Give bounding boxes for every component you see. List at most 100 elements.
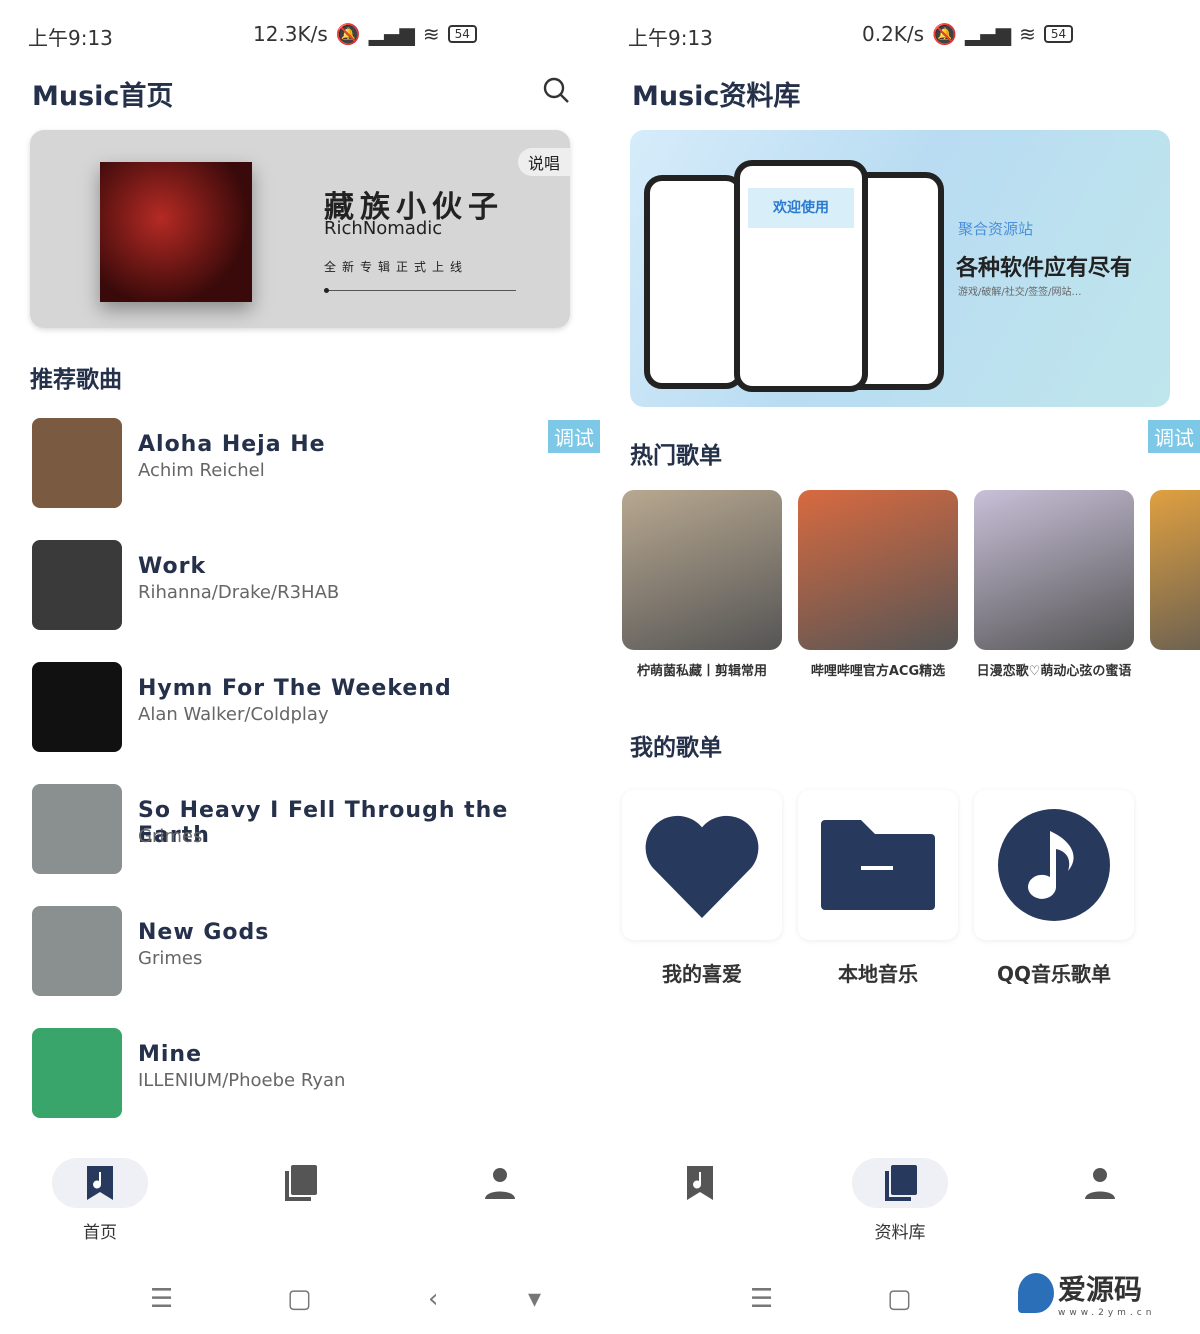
- battery-icon: 54: [1043, 25, 1074, 43]
- mute-icon: 🔕: [335, 22, 361, 46]
- nav-profile[interactable]: [1050, 1158, 1150, 1248]
- genre-tag: 说唱: [517, 148, 570, 176]
- library-icon: [285, 1165, 317, 1201]
- music-bookmark-icon: [687, 1166, 713, 1200]
- debug-button[interactable]: 调试: [1148, 420, 1200, 453]
- music-bookmark-icon: [87, 1166, 113, 1200]
- section-title: 热门歌单: [630, 443, 722, 469]
- signal-icon: ▂▄▆: [368, 22, 415, 46]
- playlist-cover: [622, 490, 782, 650]
- watermark-logo: 爱源码 www.2ym.cn: [1018, 1268, 1155, 1318]
- playlist-cover: [974, 490, 1134, 650]
- song-artist: Alan Walker/Coldplay: [138, 704, 329, 725]
- battery-icon: 54: [447, 25, 477, 43]
- person-icon: [1085, 1168, 1115, 1199]
- promo-banner[interactable]: 欢迎使用 聚合资源站 各种软件应有尽有 游戏/破解/社交/签签/网站…: [630, 130, 1170, 407]
- song-cover: [32, 784, 122, 874]
- my-favorites-card[interactable]: 我的喜爱: [622, 790, 782, 987]
- qq-music-card[interactable]: QQ音乐歌单: [974, 790, 1134, 987]
- page-title: Music资料库: [632, 81, 801, 112]
- playlist-label: 哔哩哔哩官方ACG精选: [810, 664, 946, 679]
- song-row[interactable]: So Heavy I Fell Through the Earth Grimes: [32, 784, 572, 876]
- song-artist: ILLENIUM/Phoebe Ryan: [138, 1070, 346, 1091]
- home-icon[interactable]: ▢: [887, 1284, 912, 1314]
- song-cover: [32, 540, 122, 630]
- section-title: 推荐歌曲: [30, 367, 122, 393]
- playlist-cover: [1150, 490, 1200, 650]
- nav-library[interactable]: 资料库: [850, 1158, 950, 1248]
- library-screen: 上午9:13 0.2K/s 🔕 ▂▄▆ ≋ 54 Music资料库 欢迎使用 聚合资源站…: [600, 0, 1200, 1334]
- playlist-card[interactable]: 甜蜜: [1150, 490, 1200, 679]
- featured-album-banner[interactable]: 说唱 藏族小伙子 RichNomadic 全新专辑正式上线: [30, 130, 570, 328]
- assistant-icon[interactable]: ▾: [528, 1284, 541, 1314]
- nav-home[interactable]: 首页: [50, 1158, 150, 1248]
- song-cover: [32, 418, 122, 508]
- wifi-icon: ≋: [1019, 22, 1036, 46]
- card-label: 我的喜爱: [662, 962, 742, 986]
- progress-line: [326, 290, 516, 291]
- nav-home[interactable]: [650, 1158, 750, 1248]
- song-artist: Rihanna/Drake/R3HAB: [138, 582, 340, 603]
- home-icon[interactable]: ▢: [287, 1284, 312, 1314]
- music-note-icon: [998, 809, 1110, 921]
- nav-profile[interactable]: [450, 1158, 550, 1248]
- playlist-card[interactable]: 哔哩哔哩官方ACG精选: [798, 490, 958, 679]
- playlist-card[interactable]: 日漫恋歌♡萌动心弦の蜜语: [974, 490, 1134, 679]
- wifi-icon: ≋: [422, 22, 440, 46]
- nav-library[interactable]: [250, 1158, 350, 1248]
- song-title: Hymn For The Weekend: [138, 676, 452, 701]
- banner-line3: 游戏/破解/社交/签签/网站…: [958, 287, 1082, 298]
- library-icon: [885, 1165, 917, 1201]
- progress-dot: [324, 288, 329, 293]
- playlist-label: 甜蜜: [1150, 660, 1200, 679]
- nav-label: 首页: [83, 1223, 117, 1243]
- song-row[interactable]: New Gods Grimes: [32, 906, 572, 998]
- song-row[interactable]: Work Rihanna/Drake/R3HAB: [32, 540, 572, 632]
- network-speed: 12.3K/s: [253, 22, 328, 46]
- banner-line2: 各种软件应有尽有: [956, 256, 1133, 281]
- menu-icon[interactable]: ☰: [150, 1284, 173, 1314]
- status-bar: 上午9:13 12.3K/s 🔕 ▂▄▆ ≋ 54: [28, 22, 572, 50]
- phone-mockup: 欢迎使用: [734, 160, 868, 392]
- system-nav: ☰ ▢ ‹ ▾: [0, 1284, 600, 1314]
- phone-mockup: [644, 175, 744, 389]
- playlist-label: 柠萌菌私藏丨剪辑常用: [636, 664, 767, 679]
- album-artist: RichNomadic: [324, 218, 443, 239]
- song-title: New Gods: [138, 920, 270, 945]
- person-icon: [485, 1168, 515, 1199]
- bottom-nav: 资料库: [600, 1158, 1200, 1248]
- song-title: Aloha Heja He: [138, 432, 326, 457]
- song-title: Mine: [138, 1042, 203, 1067]
- album-cover: [100, 162, 252, 302]
- nav-label: 资料库: [874, 1223, 926, 1243]
- mute-icon: 🔕: [932, 22, 957, 46]
- song-row[interactable]: Aloha Heja He Achim Reichel: [32, 418, 572, 510]
- song-title: So Heavy I Fell Through the Earth: [138, 798, 509, 848]
- page-title: Music首页: [32, 81, 174, 112]
- song-row[interactable]: Hymn For The Weekend Alan Walker/Coldplay: [32, 662, 572, 754]
- card-label: 本地音乐: [838, 962, 918, 986]
- song-cover: [32, 662, 122, 752]
- playlist-cover: [798, 490, 958, 650]
- song-artist: Grimes: [138, 826, 203, 847]
- song-cover: [32, 1028, 122, 1118]
- album-subtitle: 全新专辑正式上线: [324, 260, 469, 274]
- menu-icon[interactable]: ☰: [750, 1284, 773, 1314]
- search-icon[interactable]: [542, 76, 570, 104]
- status-time: 上午9:13: [28, 26, 113, 50]
- banner-line1: 聚合资源站: [958, 220, 1034, 238]
- status-time: 上午9:13: [628, 26, 713, 50]
- playlist-card[interactable]: 柠萌菌私藏丨剪辑常用: [622, 490, 782, 679]
- song-artist: Grimes: [138, 948, 203, 969]
- local-music-card[interactable]: 本地音乐: [798, 790, 958, 987]
- playlist-label: 日漫恋歌♡萌动心弦の蜜语: [976, 664, 1132, 679]
- folder-icon: [821, 820, 935, 910]
- section-title: 我的歌单: [630, 735, 722, 761]
- song-cover: [32, 906, 122, 996]
- song-row[interactable]: Mine ILLENIUM/Phoebe Ryan: [32, 1028, 572, 1120]
- card-label: QQ音乐歌单: [996, 962, 1111, 986]
- back-icon[interactable]: ‹: [428, 1284, 438, 1314]
- network-speed: 0.2K/s: [862, 22, 925, 46]
- bottom-nav: 首页: [0, 1158, 600, 1248]
- song-artist: Achim Reichel: [138, 460, 265, 481]
